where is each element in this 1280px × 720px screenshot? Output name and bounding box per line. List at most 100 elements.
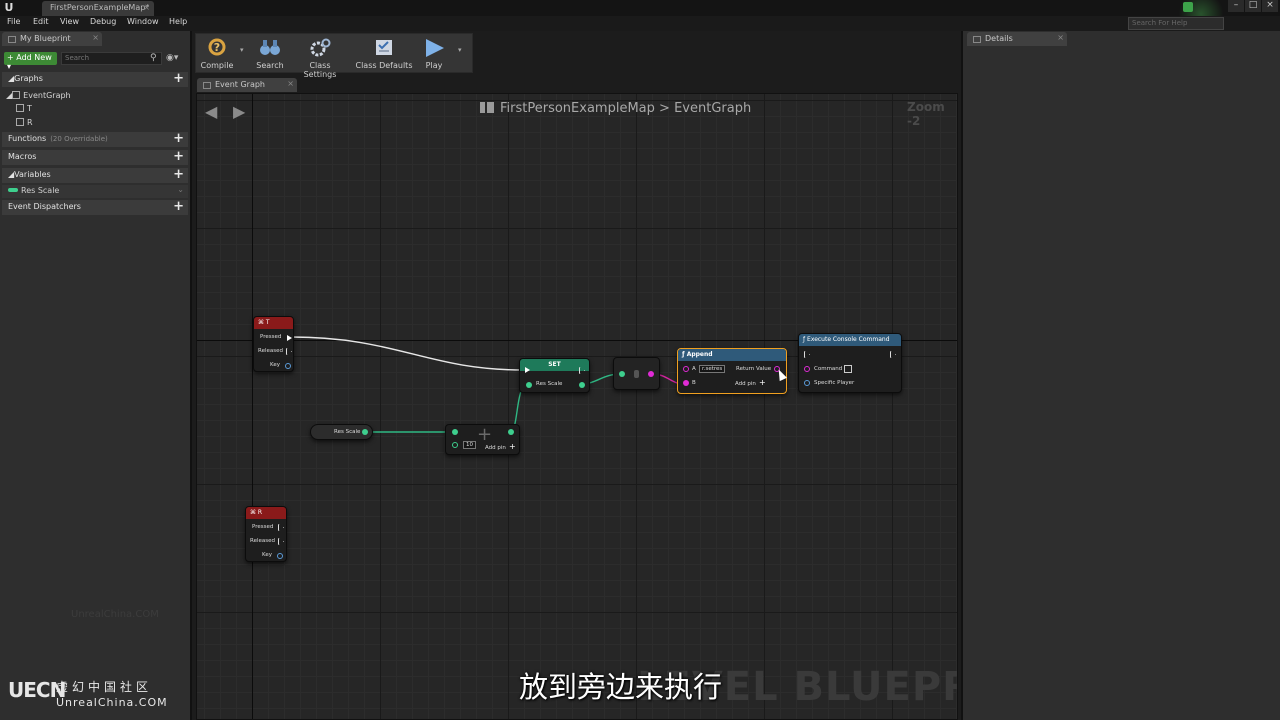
functions-section[interactable]: Functions (20 Overridable) + [2,131,188,147]
specific-player-pin[interactable] [804,380,810,386]
menu-view[interactable]: View [60,17,79,26]
pressed-exec-pin[interactable] [278,524,284,531]
menu-debug[interactable]: Debug [90,17,116,26]
node-title: T [265,319,270,326]
r-key-event-node[interactable]: ⌘ R Pressed Released Key [245,506,287,562]
play-options-chevron-icon[interactable]: ▾ [458,46,462,54]
close-icon[interactable]: × [287,79,294,88]
released-exec-pin[interactable] [278,538,284,545]
event-dispatchers-section[interactable]: Event Dispatchers + [2,199,188,215]
defaults-icon [376,40,392,55]
source-control-icon[interactable] [1183,2,1193,12]
add-pin-plus-icon[interactable]: + [509,442,516,451]
released-pin-label: Released [250,538,275,544]
my-blueprint-tab[interactable]: My Blueprint × [2,32,102,46]
menu-file[interactable]: File [7,17,20,26]
event-icon [16,118,24,126]
add-new-button[interactable]: + Add New ▾ [4,52,57,71]
node-wires [290,336,684,433]
help-search-input[interactable]: Search For Help [1128,17,1224,30]
minimize-button[interactable]: – [1228,0,1244,12]
compile-button[interactable]: ? Compile [198,34,236,74]
play-button[interactable]: Play [418,34,450,74]
pressed-pin-label: Pressed [252,524,274,530]
class-defaults-button[interactable]: Class Defaults [354,34,414,74]
chevron-down-icon[interactable]: ⌄ [177,185,184,194]
res-scale-output-pin[interactable] [579,382,585,388]
execute-console-command-node[interactable]: ƒ Execute Console Command Command Specif… [798,333,902,393]
details-tab-label: Details [985,34,1013,43]
tree-item-eventgraph[interactable]: ◢ EventGraph [6,91,71,100]
logo-chinese-name: 虚幻中国社区 [56,680,153,694]
close-icon[interactable]: × [92,33,99,42]
add-variable-icon[interactable]: + [173,167,184,182]
tree-item-r[interactable]: R [16,118,33,127]
key-pin[interactable] [277,553,283,559]
graph-icon [203,82,211,89]
a-string-pin[interactable] [683,366,689,372]
string-output-pin[interactable] [648,371,654,377]
exec-in-pin[interactable] [525,367,530,373]
menu-edit[interactable]: Edit [33,17,49,26]
specific-player-label: Specific Player [814,380,855,386]
add-float-node[interactable]: 10 + Add pin + [445,424,520,455]
document-tab[interactable]: FirstPersonExampleMap* × [42,1,154,16]
released-exec-pin[interactable] [286,348,292,355]
exec-in-pin[interactable] [804,351,810,358]
command-label: Command [814,366,843,372]
close-window-button[interactable]: × [1262,0,1278,12]
append-node[interactable]: ƒ Append A r.setres Return Value B Add p… [677,348,787,394]
a-value-field[interactable]: r.setres [699,365,726,373]
add-macro-icon[interactable]: + [173,149,184,164]
output-float-pin[interactable] [362,429,368,435]
add-new-label: Add New [16,53,52,62]
subtitle-caption: 放到旁边来执行 [519,670,723,704]
graph-canvas[interactable]: ◀ ▶ FirstPersonExampleMap > EventGraph Z… [196,93,958,720]
add-graph-icon[interactable]: + [173,71,184,86]
event-dispatchers-label: Event Dispatchers [8,202,81,211]
search-label: Search [256,61,284,70]
command-pin[interactable] [804,366,810,372]
event-graph-tab[interactable]: Event Graph × [197,78,297,92]
set-res-scale-node[interactable]: SET Res Scale [519,358,590,393]
search-button[interactable]: Search [252,34,288,74]
result-float-pin[interactable] [508,429,514,435]
tree-item-t[interactable]: T [16,104,32,113]
exec-out-pin[interactable] [890,351,896,358]
details-tab[interactable]: Details × [967,32,1067,46]
menu-window[interactable]: Window [127,17,159,26]
search-icon[interactable]: ⚲ [150,53,157,63]
blueprint-search-input[interactable]: Search [61,52,162,65]
add-pin-label[interactable]: Add pin [735,381,756,387]
a-float-pin[interactable] [452,429,458,435]
get-res-scale-node[interactable]: Res Scale [310,424,373,440]
add-dispatcher-icon[interactable]: + [173,199,184,214]
add-function-icon[interactable]: + [173,131,184,146]
b-value-field[interactable]: 10 [463,441,476,449]
key-pin[interactable] [285,363,291,369]
float-to-string-node[interactable] [613,357,660,390]
graphs-section-label: Graphs [14,74,43,83]
variable-item-res-scale[interactable]: Res Scale ⌄ [2,185,188,198]
t-key-event-node[interactable]: ⌘ T Pressed Released Key [253,316,294,372]
graphs-section[interactable]: ◢Graphs + [2,71,188,87]
add-pin-label[interactable]: Add pin [485,445,506,451]
close-icon[interactable]: × [143,3,150,12]
b-string-pin[interactable] [683,380,689,386]
close-icon[interactable]: × [1057,33,1064,42]
compile-options-chevron-icon[interactable]: ▾ [240,46,244,54]
maximize-button[interactable]: □ [1245,0,1261,12]
logo-site-name: UnrealChina.COM [56,696,168,709]
pressed-exec-pin[interactable] [287,335,292,341]
variables-section[interactable]: ◢Variables + [2,167,188,183]
b-float-pin[interactable] [452,442,458,448]
add-pin-plus-icon[interactable]: + [759,378,766,387]
macros-section[interactable]: Macros + [2,149,188,165]
float-input-pin[interactable] [619,371,625,377]
eye-icon[interactable]: ◉▾ [166,53,178,63]
class-settings-button[interactable]: Class Settings [292,34,348,79]
eventgraph-label: EventGraph [23,91,71,100]
menu-help[interactable]: Help [169,17,187,26]
command-value-field[interactable] [844,365,852,373]
res-scale-input-pin[interactable] [526,382,532,388]
